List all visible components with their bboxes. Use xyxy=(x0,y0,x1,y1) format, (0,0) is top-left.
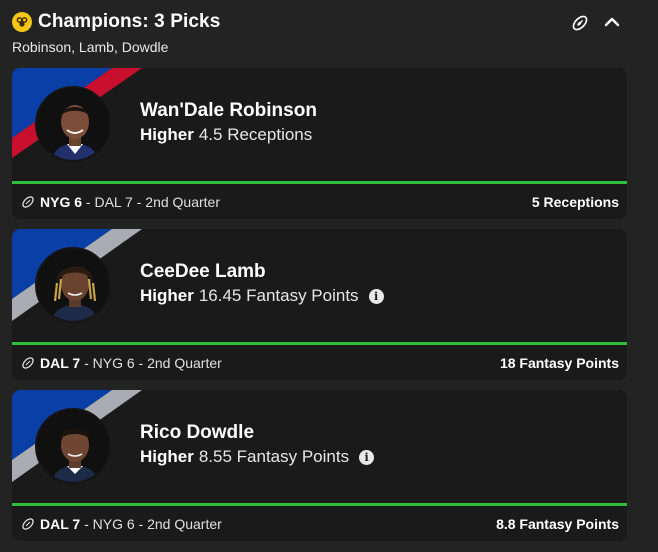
pick-card[interactable]: Wan'Dale Robinson Higher 4.5 Receptions … xyxy=(12,68,627,219)
game-info: - NYG 6 - 2nd Quarter xyxy=(80,354,222,371)
player-avatar xyxy=(35,247,111,323)
pick-direction: Higher xyxy=(140,125,194,144)
team-score: DAL 7 xyxy=(40,354,81,371)
player-name: Wan'Dale Robinson xyxy=(140,100,317,121)
pick-stat-line: 4.5 Receptions xyxy=(198,125,313,144)
page-title: Champions: 3 Picks xyxy=(38,11,221,32)
actual-result: 5 Receptions xyxy=(531,194,619,210)
game-info: - DAL 7 - 2nd Quarter xyxy=(82,193,220,210)
game-info: - NYG 6 - 2nd Quarter xyxy=(80,515,222,532)
info-icon[interactable]: i xyxy=(359,449,375,465)
team-score: DAL 7 xyxy=(40,515,81,532)
pick-stat-line: 16.45 Fantasy Points xyxy=(198,286,359,305)
pick-direction: Higher xyxy=(140,286,194,305)
page-subtitle: Robinson, Lamb, Dowdle xyxy=(12,39,169,55)
football-icon xyxy=(22,195,34,208)
player-avatar xyxy=(35,86,111,162)
player-avatar xyxy=(35,408,111,484)
actual-result: 18 Fantasy Points xyxy=(499,355,619,371)
pick-projection: Higher 8.55 Fantasy Points i xyxy=(140,447,375,467)
actual-result: 8.8 Fantasy Points xyxy=(496,516,619,532)
group-header: Champions: 3 Picks Robinson, Lamb, Dowdl… xyxy=(0,0,658,62)
chevron-up-icon[interactable] xyxy=(603,13,621,31)
pick-projection: Higher 4.5 Receptions xyxy=(140,125,312,145)
team-score: NYG 6 xyxy=(40,193,83,210)
football-icon xyxy=(22,517,34,530)
pick-projection: Higher 16.45 Fantasy Points i xyxy=(140,286,384,306)
player-name: CeeDee Lamb xyxy=(140,261,266,282)
info-icon[interactable]: i xyxy=(368,288,384,304)
football-icon xyxy=(22,356,34,369)
game-status: DAL 7 - NYG 6 - 2nd Quarter 8.8 Fantasy … xyxy=(12,506,627,541)
game-status: NYG 6 - DAL 7 - 2nd Quarter 5 Receptions xyxy=(12,184,627,219)
football-icon[interactable] xyxy=(571,14,589,32)
pick-direction: Higher xyxy=(140,447,194,466)
pick-card[interactable]: Rico Dowdle Higher 8.55 Fantasy Points i… xyxy=(12,390,627,541)
game-status: DAL 7 - NYG 6 - 2nd Quarter 18 Fantasy P… xyxy=(12,345,627,380)
trophy-icon xyxy=(12,12,32,32)
pick-card[interactable]: CeeDee Lamb Higher 16.45 Fantasy Points … xyxy=(12,229,627,380)
player-name: Rico Dowdle xyxy=(140,422,255,443)
pick-stat-line: 8.55 Fantasy Points xyxy=(198,447,350,466)
